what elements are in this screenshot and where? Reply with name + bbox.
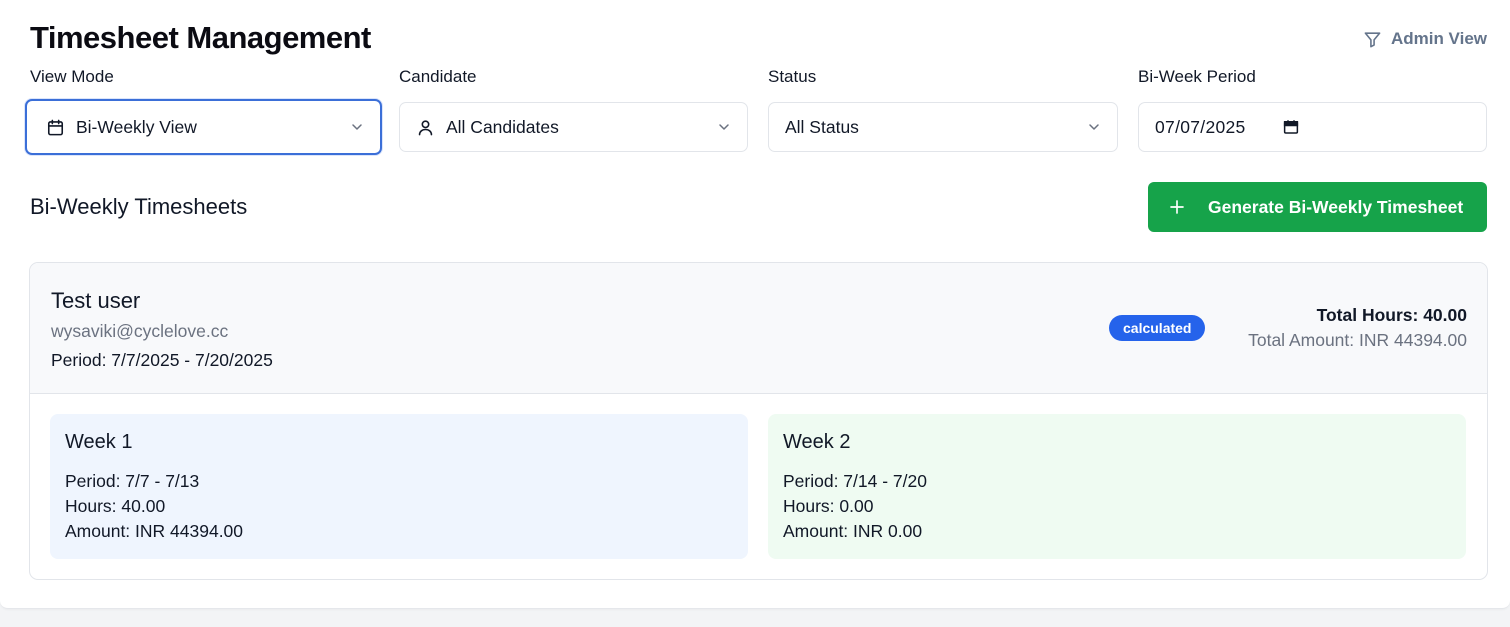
calendar-icon [46,118,65,137]
status-label: Status [768,67,817,86]
calendar-picker-icon[interactable] [1282,118,1300,136]
week-hours: Hours: 0.00 [783,496,874,516]
bi-week-period-input[interactable]: 07/07/2025 [1138,102,1487,152]
week-amount: Amount: INR 44394.00 [65,521,244,541]
generate-button-label: Generate Bi-Weekly Timesheet [1208,196,1464,217]
admin-view-button[interactable]: Admin View [1363,29,1487,49]
week-period: Period: 7/7 - 7/13 [65,471,200,491]
week-title: Week 1 [65,431,133,453]
candidate-label: Candidate [399,67,477,86]
timesheet-period: Period: 7/7/2025 - 7/20/2025 [51,350,273,370]
chevron-down-icon [1086,119,1102,135]
week-1-card: Week 1 Period: 7/7 - 7/13 Hours: 40.00 A… [50,414,748,559]
user-icon [416,118,435,137]
week-hours: Hours: 40.00 [65,496,166,516]
bi-week-period-value: 07/07/2025 [1155,116,1246,137]
candidate-select[interactable]: All Candidates [399,102,748,152]
total-hours: Total Hours: 40.00 [1316,305,1467,325]
view-mode-select[interactable]: Bi-Weekly View [25,99,382,155]
candidate-name: Test user [51,288,141,313]
timesheet-card-header: Test user wysaviki@cyclelove.cc Period: … [30,263,1487,394]
bi-week-period-label: Bi-Week Period [1138,67,1256,86]
totals: Total Hours: 40.00 Total Amount: INR 443… [1248,305,1467,351]
filter-icon [1363,30,1382,49]
plus-icon [1168,198,1186,216]
page-title: Timesheet Management [30,20,371,55]
week-2-card: Week 2 Period: 7/14 - 7/20 Hours: 0.00 A… [768,414,1466,559]
status-value: All Status [785,116,859,137]
timesheet-card: Test user wysaviki@cyclelove.cc Period: … [29,262,1488,580]
timesheet-panel: Timesheet Management Admin View View Mod… [0,0,1510,609]
chevron-down-icon [349,119,365,135]
status-select[interactable]: All Status [768,102,1118,152]
candidate-email: wysaviki@cyclelove.cc [51,321,229,341]
admin-view-label: Admin View [1390,29,1487,48]
status-badge: calculated [1109,315,1206,341]
view-mode-label: View Mode [30,67,114,86]
week-title: Week 2 [783,431,851,453]
week-amount: Amount: INR 0.00 [783,521,923,541]
section-title: Bi-Weekly Timesheets [30,194,248,219]
chevron-down-icon [716,119,732,135]
candidate-value: All Candidates [446,116,559,137]
view-mode-value: Bi-Weekly View [76,116,197,137]
week-period: Period: 7/14 - 7/20 [783,471,927,491]
generate-bi-weekly-timesheet-button[interactable]: Generate Bi-Weekly Timesheet [1148,182,1487,232]
total-amount: Total Amount: INR 44394.00 [1248,330,1467,350]
